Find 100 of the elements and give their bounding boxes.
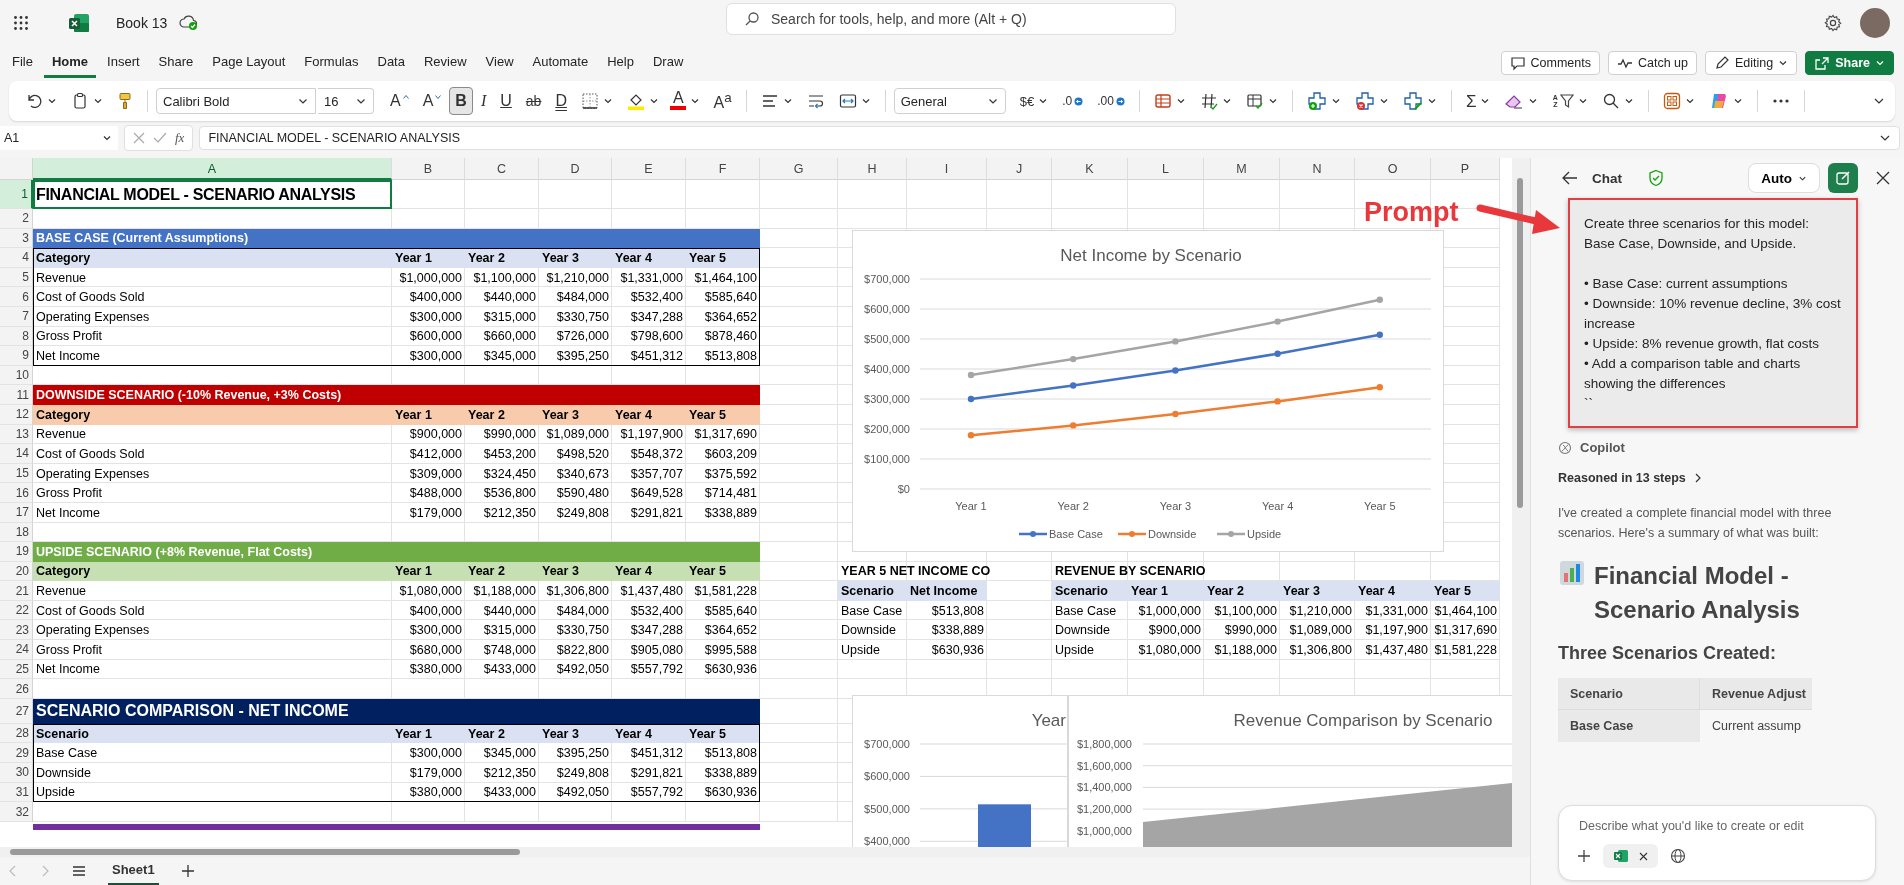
column-header[interactable]: O (1355, 158, 1431, 180)
row-header[interactable]: 6 (0, 287, 33, 307)
horizontal-scrollbar[interactable] (0, 847, 1530, 857)
menu-icon[interactable] (72, 865, 86, 877)
column-header[interactable]: G (760, 158, 838, 180)
chat-input[interactable]: Describe what you'd like to create or edit (1577, 818, 1861, 834)
decrease-decimal-button[interactable]: .0 (1056, 87, 1090, 115)
share-button[interactable]: Share (1805, 50, 1894, 75)
reasoning-toggle[interactable]: Reasoned in 13 steps (1558, 471, 1702, 485)
row-header[interactable]: 27 (0, 698, 33, 724)
column-header[interactable]: D (539, 158, 612, 180)
row-header[interactable]: 24 (0, 640, 33, 660)
currency-button[interactable]: $€ (1013, 87, 1055, 115)
ribbon-tab[interactable]: File (4, 47, 41, 78)
add-icon[interactable] (180, 864, 195, 878)
row-header[interactable]: 9 (0, 346, 33, 366)
column-header[interactable]: C (465, 158, 539, 180)
globe-icon[interactable] (1670, 848, 1686, 864)
row-header[interactable]: 16 (0, 483, 33, 503)
ribbon-tab[interactable]: Share (150, 47, 202, 78)
strikethrough-button[interactable]: ab (519, 87, 548, 115)
add-icon[interactable] (1577, 849, 1591, 863)
formula-field[interactable]: FINANCIAL MODEL - SCENARIO ANALYSIS (199, 126, 1900, 150)
row-label: Gross Profit (35, 328, 103, 346)
row-header[interactable]: 1 (0, 180, 33, 209)
comments-button[interactable]: Comments (1500, 50, 1600, 75)
insert-function-button[interactable]: fx (175, 130, 185, 146)
row-header[interactable]: 14 (0, 444, 33, 464)
number-format-select[interactable]: General (893, 88, 1006, 114)
document-title[interactable]: Book 13 (116, 14, 168, 31)
column-header[interactable]: K (1052, 158, 1128, 180)
new-chat-button[interactable] (1828, 163, 1858, 193)
chart-panel[interactable]: Net Income by Scenario $0 $100,000 $200,000 $300,000 $400,000 $500,000 $600,000 $700,000 Year 1 Year 2 Year 3 Year 4 Year 5 Base Case Downside Upside (852, 230, 1444, 552)
column-header[interactable]: A (33, 158, 392, 180)
autosum-button[interactable]: Σ (1459, 87, 1497, 115)
ribbon-tab[interactable]: Help (599, 47, 642, 78)
double-underline-button[interactable]: D (549, 87, 573, 115)
search-field[interactable]: Search for tools, help, and more (Alt + Q) (726, 3, 1176, 35)
settings-icon[interactable] (1824, 13, 1842, 32)
mode-dropdown[interactable]: Auto (1748, 163, 1820, 193)
chart-panel[interactable]: Year $400,000 $500,000 $600,000 $700,000 (852, 695, 1068, 847)
ribbon-tab[interactable]: Formulas (296, 47, 367, 78)
ribbon-tab[interactable]: Draw (644, 47, 692, 78)
font-size-select[interactable]: 16 (318, 88, 374, 114)
row-header[interactable]: 4 (0, 248, 33, 268)
row-header[interactable]: 29 (0, 743, 33, 764)
row-header[interactable]: 23 (0, 620, 33, 641)
column-header[interactable]: E (612, 158, 686, 180)
italic-button[interactable]: I (474, 87, 493, 115)
font-name-select[interactable]: Calibri Bold (156, 88, 316, 114)
ribbon-tab[interactable]: Page Layout (204, 47, 294, 78)
close-icon[interactable] (1639, 851, 1648, 861)
ribbon-tab[interactable]: Review (415, 47, 475, 78)
editing-button[interactable]: Editing (1705, 50, 1798, 75)
amount: $1,210,000 (1288, 602, 1353, 620)
sheet-title[interactable]: FINANCIAL MODEL - SCENARIO ANALYSIS (33, 180, 392, 209)
chart-panel[interactable]: Revenue Comparison by Scenario $1,800,000 $1,600,000 $1,400,000 $1,200,000 $1,000,000 (1068, 695, 1512, 847)
column-header[interactable]: I (907, 158, 987, 180)
sheet-tab[interactable]: Sheet1 (108, 856, 159, 885)
underline-button[interactable]: U (494, 87, 518, 115)
close-icon[interactable] (1876, 171, 1890, 185)
amount: $300,000 (408, 308, 463, 326)
increase-decimal-button[interactable]: .00 (1091, 87, 1131, 115)
row-header[interactable]: 11 (0, 385, 33, 405)
column-header[interactable]: H (838, 158, 907, 180)
row-header[interactable]: 2 (0, 209, 33, 229)
catchup-button[interactable]: Catch up (1608, 50, 1697, 75)
column-header[interactable]: N (1280, 158, 1355, 180)
row-header[interactable]: 21 (0, 581, 33, 601)
ribbon-tab[interactable]: Automate (524, 47, 597, 78)
borders-icon (580, 92, 599, 110)
font-color-button[interactable]: A (666, 87, 706, 115)
column-header[interactable]: B (392, 158, 465, 180)
column-header[interactable]: J (987, 158, 1052, 180)
spreadsheet-logo-icon[interactable] (68, 12, 90, 33)
column-header[interactable]: M (1204, 158, 1280, 180)
increase-font-button[interactable]: A (384, 87, 415, 115)
file-chip[interactable] (1603, 844, 1658, 868)
column-header[interactable]: L (1128, 158, 1204, 180)
caret-icon (1480, 96, 1491, 106)
superscript-button[interactable]: A$^{a}$ (707, 87, 738, 115)
ribbon-tab[interactable]: View (477, 47, 522, 78)
ribbon-tab[interactable]: Insert (99, 47, 148, 78)
column-header[interactable]: F (686, 158, 760, 180)
row-header[interactable]: 19 (0, 542, 33, 562)
row-header[interactable]: 30 (0, 763, 33, 783)
column-header[interactable]: P (1431, 158, 1500, 180)
ribbon-tab[interactable]: Home (43, 47, 97, 78)
avatar[interactable] (1860, 7, 1890, 38)
back-arrow-icon[interactable] (1562, 171, 1578, 185)
row-header[interactable]: 32 (0, 802, 33, 822)
row-header[interactable]: 26 (0, 679, 33, 699)
name-box[interactable]: A1 (0, 126, 118, 150)
vertical-scrollbar[interactable] (1512, 158, 1530, 847)
check-icon[interactable] (153, 132, 167, 144)
decrease-font-button[interactable]: A (416, 87, 448, 115)
cloud-saved-icon[interactable] (179, 14, 200, 31)
ribbon-tab[interactable]: Data (369, 47, 413, 78)
bold-button[interactable]: B (449, 87, 473, 115)
app-launcher-icon[interactable] (14, 15, 28, 30)
